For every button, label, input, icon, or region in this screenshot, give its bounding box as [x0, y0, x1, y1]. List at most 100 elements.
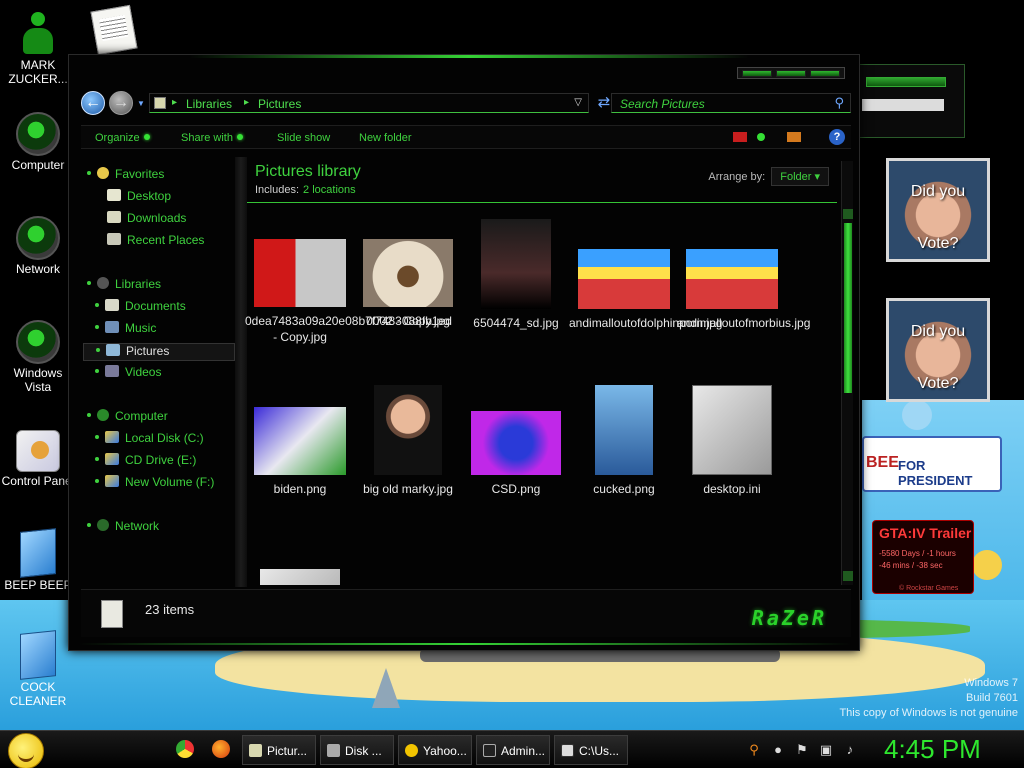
new-folder-button[interactable]: New folder — [359, 132, 412, 144]
nav-label: Recent Places — [127, 233, 205, 247]
file-tile[interactable]: cucked.png — [569, 385, 679, 497]
address-bar[interactable]: ▸ Libraries ▸ Pictures ▽ — [149, 93, 589, 113]
chrome-icon[interactable] — [176, 740, 194, 758]
background-window[interactable] — [855, 64, 965, 138]
file-name: 6504474_sd.jpg — [473, 316, 559, 330]
task-label: Admin... — [501, 744, 546, 758]
file-tile[interactable]: desktop.ini — [677, 385, 787, 497]
locations-link[interactable]: 2 locations — [303, 184, 356, 196]
search-box[interactable]: ⚲ — [611, 93, 851, 113]
gta-countdown-mins: -46 mins / -38 sec — [879, 561, 943, 570]
nav-recent-places[interactable]: Recent Places — [107, 233, 204, 251]
nav-pictures[interactable]: Pictures — [83, 343, 235, 361]
chevron-down-icon[interactable]: ▽ — [574, 97, 582, 108]
gta-countdown-gadget[interactable]: GTA:IV Trailer -5580 Days / -1 hours -46… — [872, 520, 974, 594]
desktop-icon-windows-vista[interactable]: Windows Vista — [0, 320, 76, 394]
taskbar-item-pictures[interactable]: Pictur... — [242, 735, 316, 765]
nav-new-volume[interactable]: New Volume (F:) — [95, 475, 214, 493]
desktop-icon-cock-cleaner[interactable]: COCK CLEANER — [0, 630, 76, 708]
organize-button[interactable]: Organize — [95, 132, 150, 144]
nav-label: Desktop — [127, 189, 172, 203]
shark-fin-graphic — [372, 668, 400, 708]
recent-pages-dropdown[interactable]: ▼ — [137, 99, 145, 108]
start-button[interactable] — [8, 733, 44, 768]
file-name: andimalloutofdolphinporn.jpg — [569, 316, 723, 330]
nav-music[interactable]: Music — [95, 321, 156, 339]
volume-icon[interactable]: ♪ — [842, 742, 858, 758]
search-icon[interactable]: ⚲ — [746, 742, 762, 758]
action-center-icon[interactable]: ⚑ — [794, 742, 810, 758]
vote-gadget-2[interactable]: Did you Vote? — [886, 298, 990, 402]
share-with-button[interactable]: Share with — [181, 132, 243, 144]
file-tile[interactable]: andimalloutofmorbius.jpg — [677, 249, 810, 331]
windows-watermark: Windows 7 Build 7601 This copy of Window… — [839, 676, 1018, 721]
slide-show-button[interactable]: Slide show — [277, 132, 330, 144]
file-tile[interactable]: andimalloutofdolphinporn.jpg — [569, 249, 723, 331]
document-desktop-icon[interactable] — [90, 4, 138, 56]
breadcrumb-libraries[interactable]: Libraries — [186, 97, 232, 111]
bee-for-president-banner: BEE FOR PRESIDENT — [862, 436, 1002, 492]
help-icon[interactable]: ? — [829, 129, 845, 145]
vote-gadget-1[interactable]: Did you Vote? — [886, 158, 990, 262]
forward-button[interactable]: → — [109, 91, 133, 115]
scroll-down-button[interactable] — [843, 571, 853, 581]
file-tile[interactable]: big old marky.jpg — [353, 385, 463, 497]
explorer-window[interactable]: ← → ▼ ▸ Libraries ▸ Pictures ▽ ⇄ ⚲ Organ… — [68, 54, 860, 651]
taskbar-item-yahoo[interactable]: Yahoo... — [398, 735, 472, 765]
breadcrumb-pictures[interactable]: Pictures — [258, 97, 301, 111]
window-caption-buttons[interactable] — [866, 77, 946, 87]
firefox-icon[interactable] — [212, 740, 230, 758]
scrollbar-thumb[interactable] — [844, 223, 852, 393]
nav-videos[interactable]: Videos — [95, 365, 161, 383]
close-button[interactable] — [810, 70, 840, 77]
file-tile[interactable]: 0dea7483a09a20e08b7f7483088fb1ed - Copy.… — [245, 239, 452, 345]
explorer-icon — [249, 744, 262, 757]
desktop-icon-control-panel[interactable]: Control Panel — [0, 430, 76, 488]
view-options-icon[interactable] — [757, 133, 765, 141]
archive-icon — [561, 744, 574, 757]
clock[interactable]: 4:45 PM — [884, 734, 981, 765]
nav-documents[interactable]: Documents — [95, 299, 186, 317]
taskbar-item-disk[interactable]: Disk ... — [320, 735, 394, 765]
chat-icon[interactable]: ● — [770, 742, 786, 758]
file-tile[interactable] — [245, 569, 355, 585]
nav-computer[interactable]: Computer — [87, 409, 168, 427]
scroll-up-button[interactable] — [843, 209, 853, 219]
network-tray-icon[interactable]: ▣ — [818, 742, 834, 758]
file-tile[interactable]: biden.png — [245, 407, 355, 497]
maximize-button[interactable] — [776, 70, 806, 77]
nav-cd-drive[interactable]: CD Drive (E:) — [95, 453, 196, 471]
search-input[interactable] — [620, 96, 820, 111]
network-icon — [16, 216, 60, 260]
nav-downloads[interactable]: Downloads — [107, 211, 186, 229]
nav-favorites[interactable]: Favorites — [87, 167, 164, 185]
taskbar-item-admin[interactable]: Admin... — [476, 735, 550, 765]
nav-network[interactable]: Network — [87, 519, 159, 537]
chevron-right-icon[interactable]: ▸ — [244, 97, 249, 108]
minimize-button[interactable] — [742, 70, 772, 77]
search-icon[interactable]: ⚲ — [834, 95, 844, 111]
arrange-by-dropdown[interactable]: Folder ▾ — [771, 167, 829, 186]
file-tile[interactable]: 6504474_sd.jpg — [461, 219, 571, 331]
desktop-icon-network[interactable]: Network — [0, 216, 76, 276]
desktop-icon-computer[interactable]: Computer — [0, 112, 76, 172]
nav-desktop[interactable]: Desktop — [107, 189, 171, 207]
chevron-right-icon[interactable]: ▸ — [172, 97, 177, 108]
task-label: C:\Us... — [579, 744, 620, 758]
image-thumbnail — [686, 249, 778, 309]
back-button[interactable]: ← — [81, 91, 105, 115]
nav-local-disk[interactable]: Local Disk (C:) — [95, 431, 204, 449]
preview-pane-icon[interactable] — [787, 132, 801, 142]
vertical-scrollbar[interactable] — [841, 161, 853, 585]
desktop-icon-beep-beep[interactable]: BEEP BEEP — [0, 528, 76, 592]
taskbar-item-7zip[interactable]: C:\Us... — [554, 735, 628, 765]
vote-text-line1: Did you — [910, 323, 966, 340]
bee-banner-left: BEE — [866, 454, 899, 471]
desktop-icon-mark-zucker[interactable]: MARK ZUCKER... — [0, 12, 76, 86]
network-icon — [97, 519, 109, 531]
window-caption-buttons[interactable] — [737, 67, 845, 79]
nav-libraries[interactable]: Libraries — [87, 277, 161, 295]
file-tile[interactable]: 0002 - Copy.jpg — [353, 239, 463, 329]
change-view-icon[interactable] — [733, 132, 747, 142]
file-tile[interactable]: CSD.png — [461, 411, 571, 497]
